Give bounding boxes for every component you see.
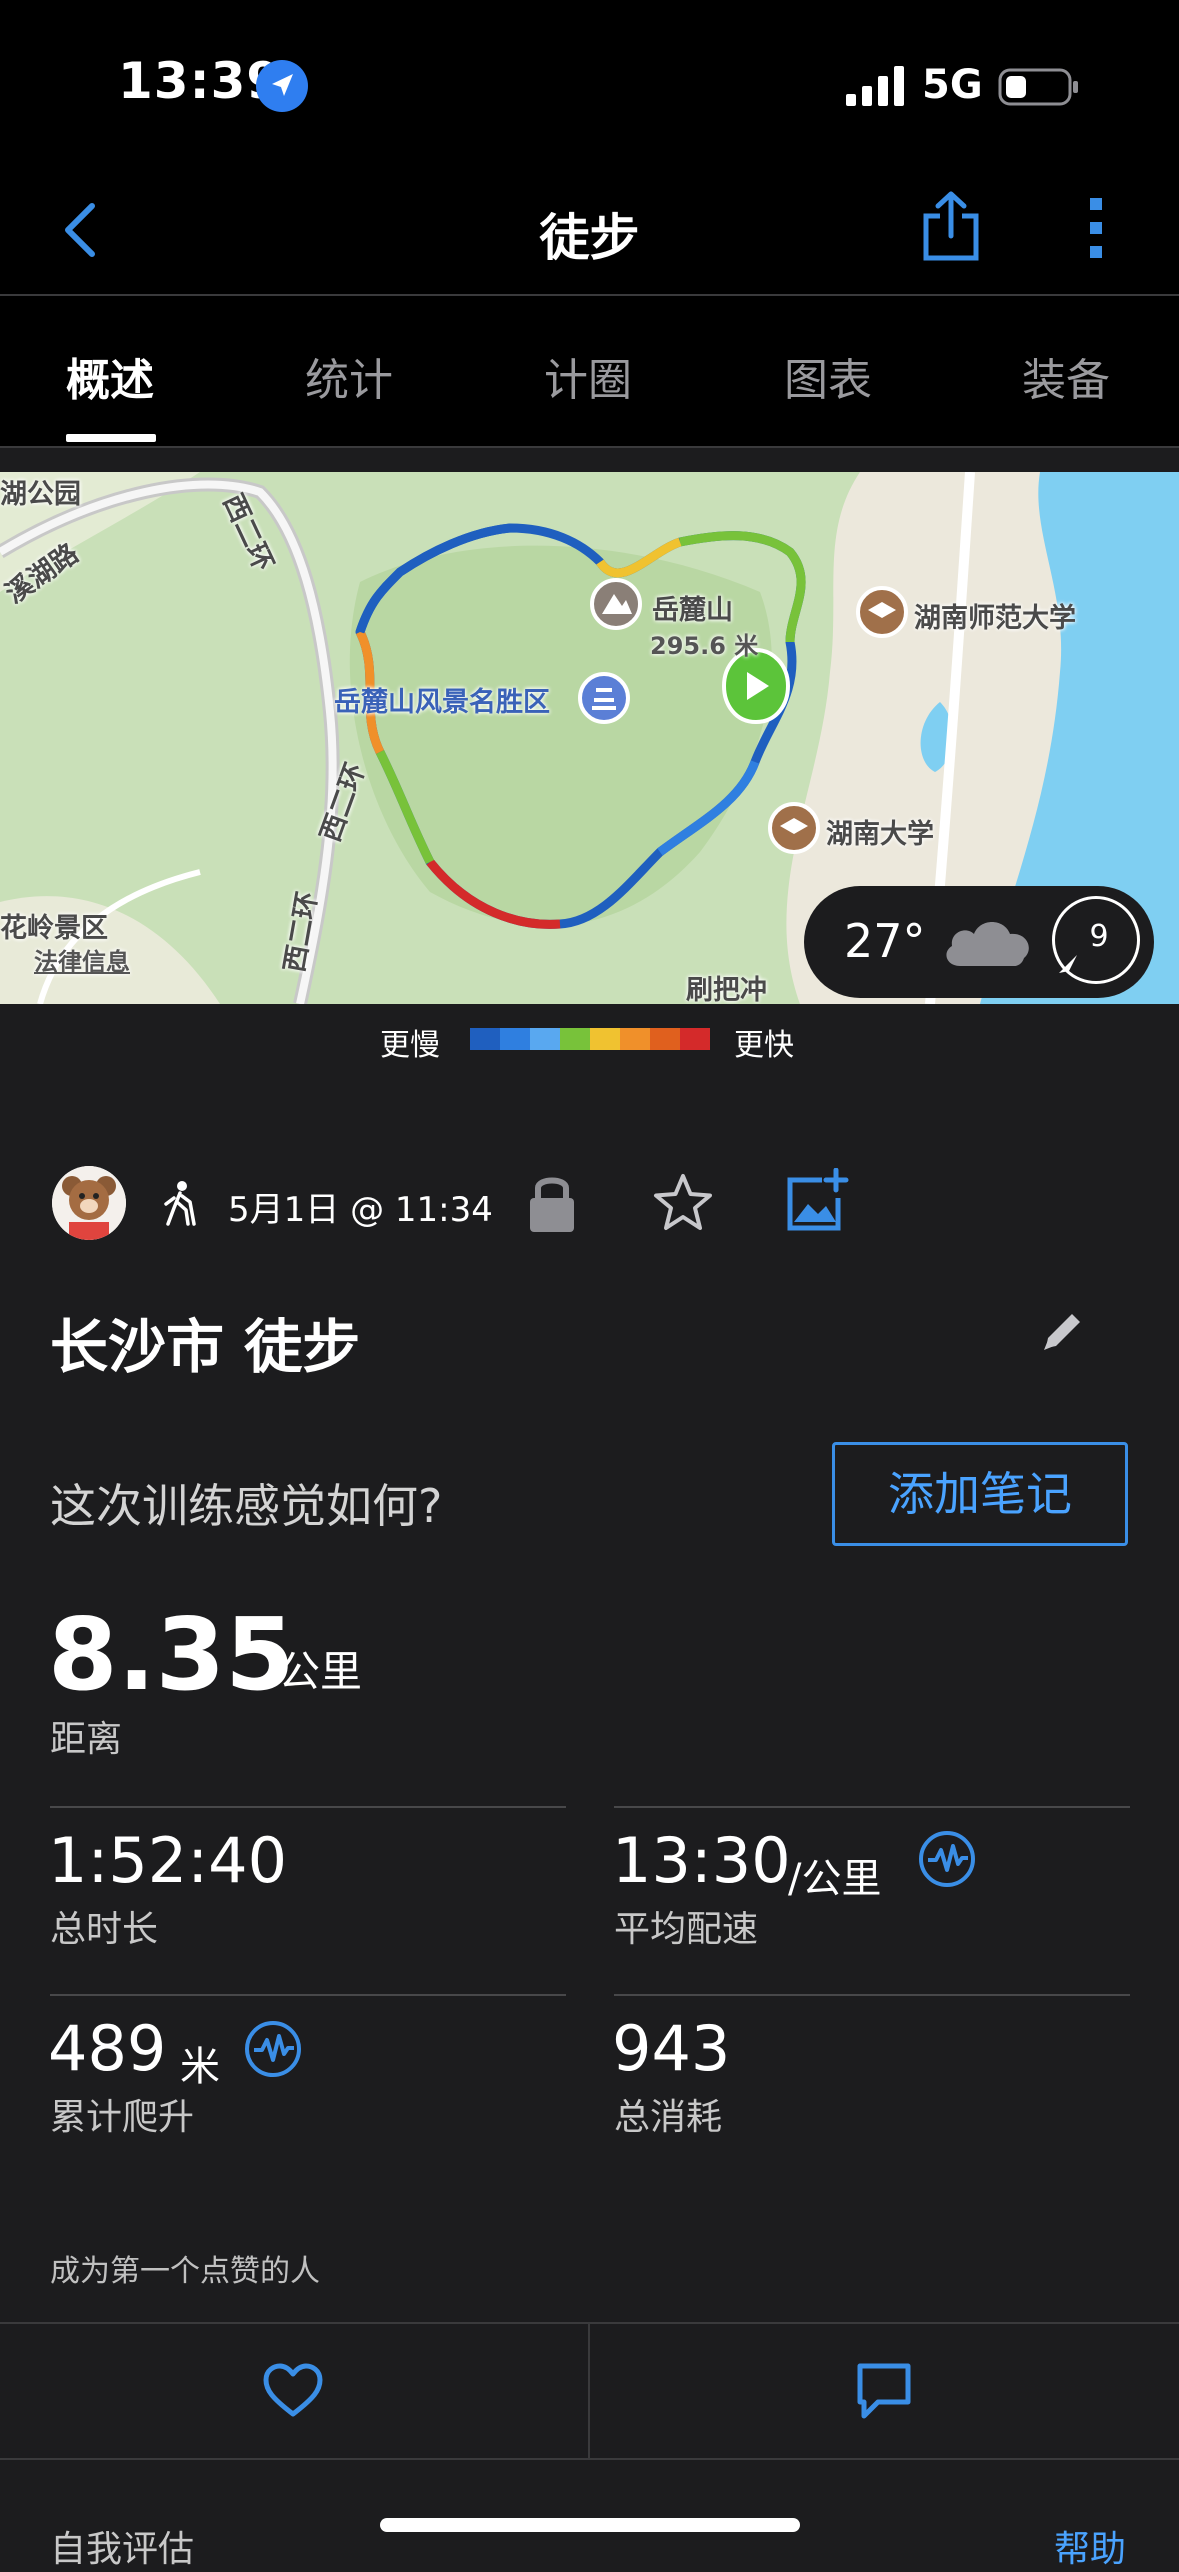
map-label-park: 湖公园: [0, 479, 81, 510]
add-photo-icon[interactable]: [784, 1168, 850, 1232]
map-label-university: 湖南师范大学: [914, 603, 1076, 634]
performance-metric-icon[interactable]: [244, 2020, 302, 2078]
pencil-edit-icon[interactable]: [1040, 1308, 1086, 1354]
cloud-icon: [946, 922, 1029, 966]
hiking-icon: [164, 1181, 196, 1226]
calories-value: 943: [612, 2012, 731, 2085]
total-time-label: 总时长: [50, 1909, 159, 1950]
map-label-area: 花岭景区: [0, 913, 108, 944]
home-indicator[interactable]: [380, 2518, 800, 2532]
status-bar: 13:39 5G: [0, 0, 1179, 160]
tab-bar: 概述 统计 计圈 图表 装备: [0, 296, 1179, 448]
tab-gear[interactable]: 装备: [966, 344, 1166, 408]
network-type: 5G: [922, 62, 983, 108]
avatar[interactable]: [52, 1166, 126, 1240]
elevation-gain-unit: 米: [180, 2044, 220, 2090]
lock-icon[interactable]: [526, 1170, 578, 1234]
share-icon[interactable]: [918, 190, 984, 262]
tab-laps[interactable]: 计圈: [488, 344, 688, 408]
legend-swatch: [620, 1028, 650, 1050]
weather-temperature: 27°: [844, 914, 926, 968]
map-label-area: 刷把冲: [686, 975, 767, 1004]
avg-pace-value: 13:30: [612, 1824, 791, 1897]
elevation-gain-value: 489: [48, 2012, 167, 2085]
avg-pace-unit: /公里: [788, 1856, 882, 1902]
legend-swatch: [650, 1028, 680, 1050]
battery-icon: [998, 68, 1078, 106]
action-bar: [0, 2322, 1179, 2460]
map-label-peak-height: 295.6 米: [650, 632, 759, 660]
cellular-signal-icon: [846, 66, 904, 106]
map-legal-info-link[interactable]: 法律信息: [34, 942, 130, 977]
distance-unit: 公里: [278, 1647, 363, 1696]
tab-overview[interactable]: 概述: [10, 344, 210, 408]
map-label-scenic-area: 岳麓山风景名胜区: [334, 687, 550, 718]
elevation-gain-label: 累计爬升: [50, 2097, 195, 2138]
bear-avatar-icon: [52, 1166, 126, 1240]
legend-slower-label: 更慢: [380, 1028, 440, 1063]
distance-value: 8.35: [48, 1596, 295, 1713]
action-divider: [588, 2324, 590, 2458]
total-time-value: 1:52:40: [48, 1824, 288, 1897]
stat-divider: [50, 1806, 566, 1808]
calories-label: 总消耗: [614, 2097, 723, 2138]
legend-swatch: [680, 1028, 710, 1050]
star-icon[interactable]: [652, 1172, 714, 1232]
feeling-prompt: 这次训练感觉如何?: [50, 1479, 443, 1533]
self-evaluation-label: 自我评估: [50, 2529, 195, 2570]
pace-color-legend: [470, 1028, 710, 1050]
legend-swatch: [530, 1028, 560, 1050]
wind-speed-value: 9: [1089, 919, 1109, 954]
stat-divider: [614, 1994, 1130, 1996]
activity-title: 长沙市 徒步: [50, 1313, 361, 1381]
wind-direction-icon: [1059, 955, 1077, 973]
help-link[interactable]: 帮助: [1054, 2520, 1126, 2572]
page-title: 徒步: [539, 209, 640, 267]
legend-swatch: [500, 1028, 530, 1050]
stat-divider: [50, 1994, 566, 1996]
weather-badge: 27° 9: [804, 886, 1154, 998]
add-note-button[interactable]: 添加笔记: [832, 1442, 1128, 1546]
tab-charts[interactable]: 图表: [728, 344, 928, 408]
more-options-icon[interactable]: [1080, 194, 1112, 262]
legend-swatch: [470, 1028, 500, 1050]
stat-divider: [614, 1806, 1130, 1808]
tab-stats[interactable]: 统计: [249, 344, 449, 408]
distance-label: 距离: [50, 1719, 123, 1760]
map-label-university: 湖南大学: [826, 819, 934, 850]
legend-faster-label: 更快: [734, 1028, 794, 1063]
wind-speed-badge: 9: [1052, 896, 1140, 984]
navigation-bar: 徒步: [0, 160, 1179, 296]
active-tab-indicator: [66, 434, 156, 442]
map-label-peak: 岳麓山: [652, 595, 733, 626]
legend-swatch: [590, 1028, 620, 1050]
like-prompt: 成为第一个点赞的人: [50, 2254, 320, 2289]
location-arrow-icon: [256, 60, 308, 112]
avg-pace-label: 平均配速: [614, 1909, 759, 1950]
performance-metric-icon[interactable]: [918, 1830, 976, 1888]
heart-icon[interactable]: [262, 2362, 324, 2420]
legend-swatch: [560, 1028, 590, 1050]
comment-icon[interactable]: [856, 2362, 912, 2420]
activity-date: 5月1日 @ 11:34: [228, 1190, 493, 1230]
